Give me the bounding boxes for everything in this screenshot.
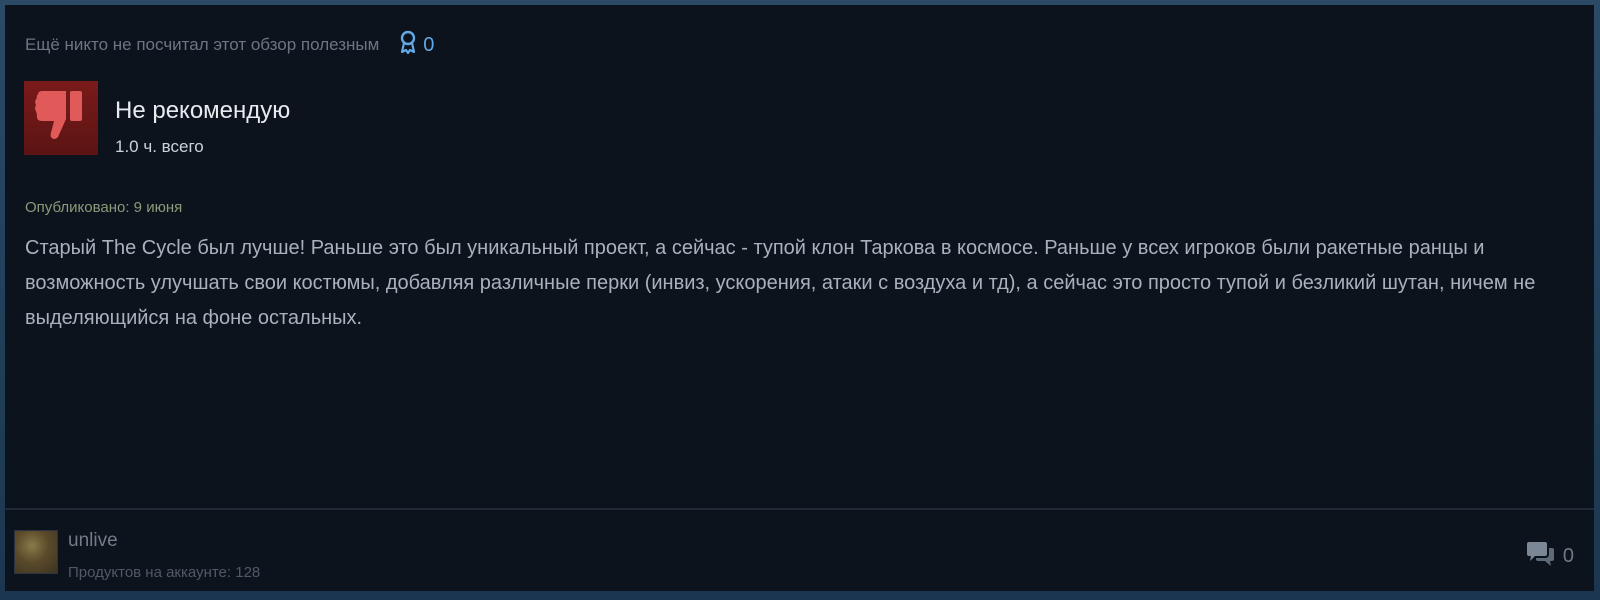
verdict-badge[interactable] xyxy=(24,81,98,155)
comment-icon xyxy=(1525,541,1555,572)
award-icon xyxy=(399,30,417,61)
award-button[interactable]: 0 xyxy=(399,30,434,61)
author-name[interactable]: unlive xyxy=(68,530,118,552)
avatar[interactable] xyxy=(14,530,58,574)
award-count: 0 xyxy=(423,33,435,56)
footer-divider xyxy=(5,508,1594,510)
author-products: Продуктов на аккаунте: 128 xyxy=(68,564,261,581)
comment-count: 0 xyxy=(1562,545,1574,567)
playtime: 1.0 ч. всего xyxy=(115,137,204,156)
review-card: Ещё никто не посчитал этот обзор полезны… xyxy=(5,5,1594,591)
verdict-title[interactable]: Не рекомендую xyxy=(115,97,290,125)
helpful-row: Ещё никто не посчитал этот обзор полезны… xyxy=(25,30,434,57)
helpful-text: Ещё никто не посчитал этот обзор полезны… xyxy=(25,35,380,54)
posted-date: Опубликовано: 9 июня xyxy=(25,199,183,216)
comments-button[interactable]: 0 xyxy=(1525,541,1574,572)
review-body: Старый The Cycle был лучше! Раньше это б… xyxy=(25,237,1536,329)
thumbs-down-icon xyxy=(30,85,92,152)
